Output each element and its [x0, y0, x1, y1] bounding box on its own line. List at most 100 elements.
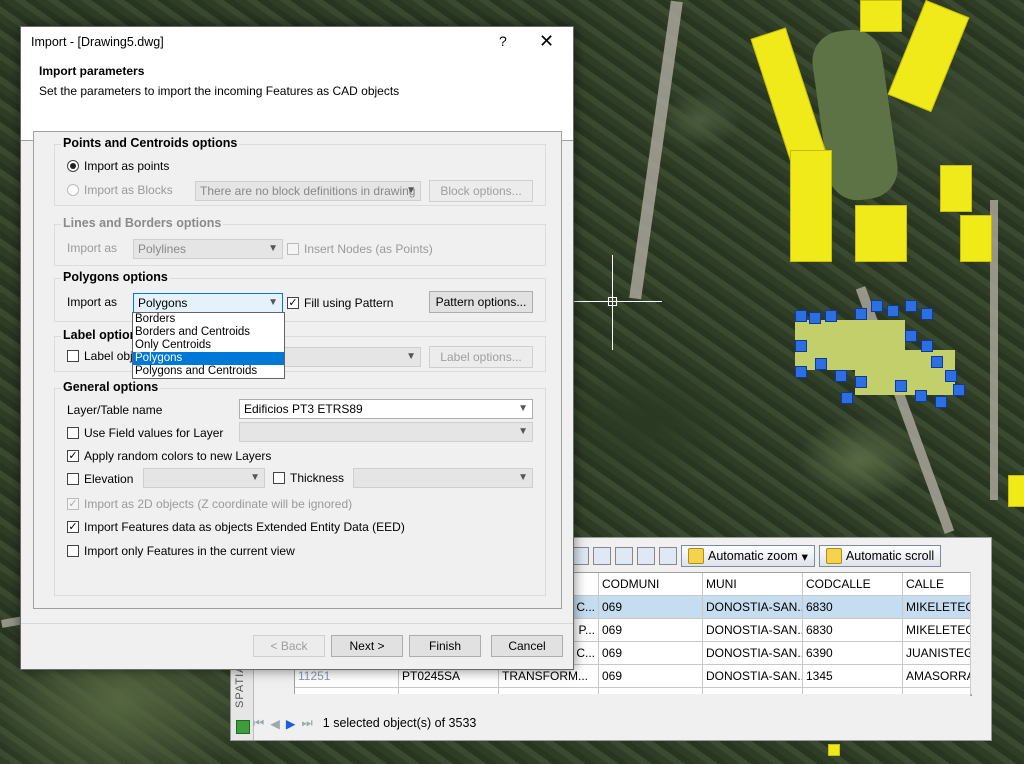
- column-header-codmuni[interactable]: CODMUNI: [599, 573, 703, 595]
- use-field-values-label: Use Field values for Layer: [84, 426, 224, 440]
- elevation-label: Elevation: [84, 472, 134, 486]
- import-eed-checkbox[interactable]: ✓ Import Features data as objects Extend…: [67, 520, 405, 534]
- dropdown-option[interactable]: Only Centroids: [133, 339, 284, 352]
- previous-record-icon[interactable]: ◀: [270, 716, 280, 731]
- record-navigator: ⏮ ◀ ▶ ⏭: [253, 716, 313, 731]
- building-feature[interactable]: [860, 0, 902, 32]
- block-options-button[interactable]: Block options...: [429, 180, 533, 202]
- points-group: Points and Centroids options Import as p…: [54, 136, 546, 206]
- polygon-blue: [887, 305, 899, 317]
- dropdown-option[interactable]: Borders: [133, 313, 284, 326]
- chevron-down-icon: ▼: [406, 351, 416, 362]
- radio-unselected: [67, 184, 79, 196]
- label-options-button[interactable]: Label options...: [429, 346, 533, 368]
- field-values-combo[interactable]: ▼: [239, 422, 533, 442]
- fill-using-pattern-label: Fill using Pattern: [304, 296, 394, 310]
- fill-using-pattern-checkbox[interactable]: ✓ Fill using Pattern: [287, 296, 393, 310]
- table-cell: MIKELETEGI,: [903, 619, 971, 641]
- use-field-values-checkbox[interactable]: Use Field values for Layer: [67, 426, 223, 440]
- pattern-options-button[interactable]: Pattern options...: [429, 291, 533, 313]
- import-as-blocks-label: Import as Blocks: [84, 183, 173, 197]
- dropdown-option[interactable]: Borders and Centroids: [133, 326, 284, 339]
- polygons-import-as-combo[interactable]: Polygons ▼: [133, 293, 283, 313]
- lines-import-as-combo[interactable]: Polylines ▼: [133, 239, 283, 259]
- column-header-codcalle[interactable]: CODCALLE: [803, 573, 903, 595]
- cancel-button[interactable]: Cancel: [491, 635, 563, 657]
- checkbox-unchecked: [67, 545, 79, 557]
- polygon-blue: [935, 396, 947, 408]
- layer-icon[interactable]: [615, 547, 633, 565]
- import-as-blocks-radio[interactable]: Import as Blocks: [67, 183, 173, 197]
- help-icon[interactable]: ?: [499, 33, 507, 49]
- automatic-scroll-button[interactable]: Automatic scroll: [818, 545, 942, 567]
- column-header-calle[interactable]: CALLE: [903, 573, 971, 595]
- polygons-group: Polygons options Import as Polygons ▼ ✓ …: [54, 270, 546, 322]
- next-record-icon[interactable]: ▶: [286, 716, 296, 731]
- last-record-icon[interactable]: ⏭: [302, 716, 313, 731]
- automatic-zoom-button[interactable]: Automatic zoom ▾: [681, 545, 815, 567]
- back-button[interactable]: < Back: [253, 635, 325, 657]
- thickness-checkbox[interactable]: Thickness: [273, 471, 344, 485]
- selected-polygons[interactable]: [795, 300, 965, 410]
- import-dialog: Import - [Drawing5.dwg] ? ✕ Import param…: [20, 26, 574, 670]
- import-2d-checkbox[interactable]: ✓ Import as 2D objects (Z coordinate wil…: [67, 497, 352, 511]
- table-cell: 069: [599, 619, 703, 641]
- label-objects-checkbox[interactable]: Label obje: [67, 349, 139, 363]
- column-header-muni[interactable]: MUNI: [703, 573, 803, 595]
- building-feature[interactable]: [828, 744, 840, 756]
- labels-group: Label options Label obje ▼ Label options…: [54, 328, 546, 372]
- close-icon[interactable]: ✕: [539, 31, 554, 52]
- building-feature[interactable]: [855, 205, 907, 262]
- polygons-import-as-dropdown[interactable]: Borders Borders and Centroids Only Centr…: [132, 312, 285, 379]
- general-group-title: General options: [61, 380, 161, 394]
- table-cell: 069: [599, 596, 703, 618]
- checkbox-unchecked: [273, 472, 285, 484]
- polygon-blue: [835, 370, 847, 382]
- table-cell: 6830: [803, 619, 903, 641]
- elevation-checkbox[interactable]: Elevation: [67, 472, 133, 486]
- horizontal-scrollbar[interactable]: [294, 694, 970, 706]
- chevron-down-icon: ▼: [268, 243, 278, 254]
- finish-button[interactable]: Finish: [409, 635, 481, 657]
- polygon-blue: [841, 392, 853, 404]
- elevation-combo[interactable]: ▼: [143, 468, 265, 488]
- grid-status-bar: ⏮ ◀ ▶ ⏭ 1 selected object(s) of 3533: [253, 710, 989, 736]
- building-feature[interactable]: [940, 165, 972, 212]
- globe-icon[interactable]: [593, 547, 611, 565]
- insert-nodes-checkbox[interactable]: Insert Nodes (as Points): [287, 242, 433, 256]
- layer-table-combo[interactable]: Edificios PT3 ETRS89 ▼: [239, 399, 533, 419]
- import-current-view-checkbox[interactable]: Import only Features in the current view: [67, 544, 295, 558]
- selection-status: 1 selected object(s) of 3533: [322, 716, 477, 730]
- next-button[interactable]: Next >: [331, 635, 403, 657]
- points-group-title: Points and Centroids options: [61, 136, 240, 150]
- thickness-combo[interactable]: ▼: [353, 468, 533, 488]
- first-record-icon[interactable]: ⏮: [253, 716, 264, 731]
- building-feature[interactable]: [960, 215, 992, 262]
- building-feature[interactable]: [790, 150, 832, 262]
- building-feature[interactable]: [1008, 475, 1024, 507]
- chevron-down-icon: ▼: [518, 472, 528, 483]
- chevron-down-icon: ▼: [268, 297, 278, 308]
- zoom-select-icon[interactable]: [659, 547, 677, 565]
- dropdown-option-selected[interactable]: Polygons: [133, 352, 284, 365]
- layer-table-value: Edificios PT3 ETRS89: [244, 402, 363, 416]
- crosshair-horizontal: [572, 301, 662, 302]
- spatial-side-tab[interactable]: SPATIAL: [231, 657, 254, 740]
- select-icon[interactable]: [637, 547, 655, 565]
- block-definitions-combo[interactable]: There are no block definitions in drawin…: [195, 181, 421, 201]
- polygon-blue: [871, 300, 883, 312]
- table-cell: 069: [599, 642, 703, 664]
- apply-random-colors-label: Apply random colors to new Layers: [84, 449, 272, 463]
- label-field-combo[interactable]: ▼: [283, 347, 421, 367]
- automatic-scroll-label: Automatic scroll: [845, 549, 935, 563]
- table-cell: DONOSTIA-SAN...: [703, 642, 803, 664]
- checkbox-unchecked: [67, 427, 79, 439]
- header-subtitle: Set the parameters to import the incomin…: [39, 84, 400, 98]
- table-cell: 6390: [803, 642, 903, 664]
- dropdown-option[interactable]: Polygons and Centroids: [133, 365, 284, 378]
- dialog-titlebar[interactable]: Import - [Drawing5.dwg] ? ✕: [21, 27, 573, 59]
- table-cell: 6830: [803, 596, 903, 618]
- apply-random-colors-checkbox[interactable]: ✓ Apply random colors to new Layers: [67, 449, 271, 463]
- import-as-points-radio[interactable]: Import as points: [67, 159, 169, 173]
- vertical-scrollbar[interactable]: [970, 572, 987, 694]
